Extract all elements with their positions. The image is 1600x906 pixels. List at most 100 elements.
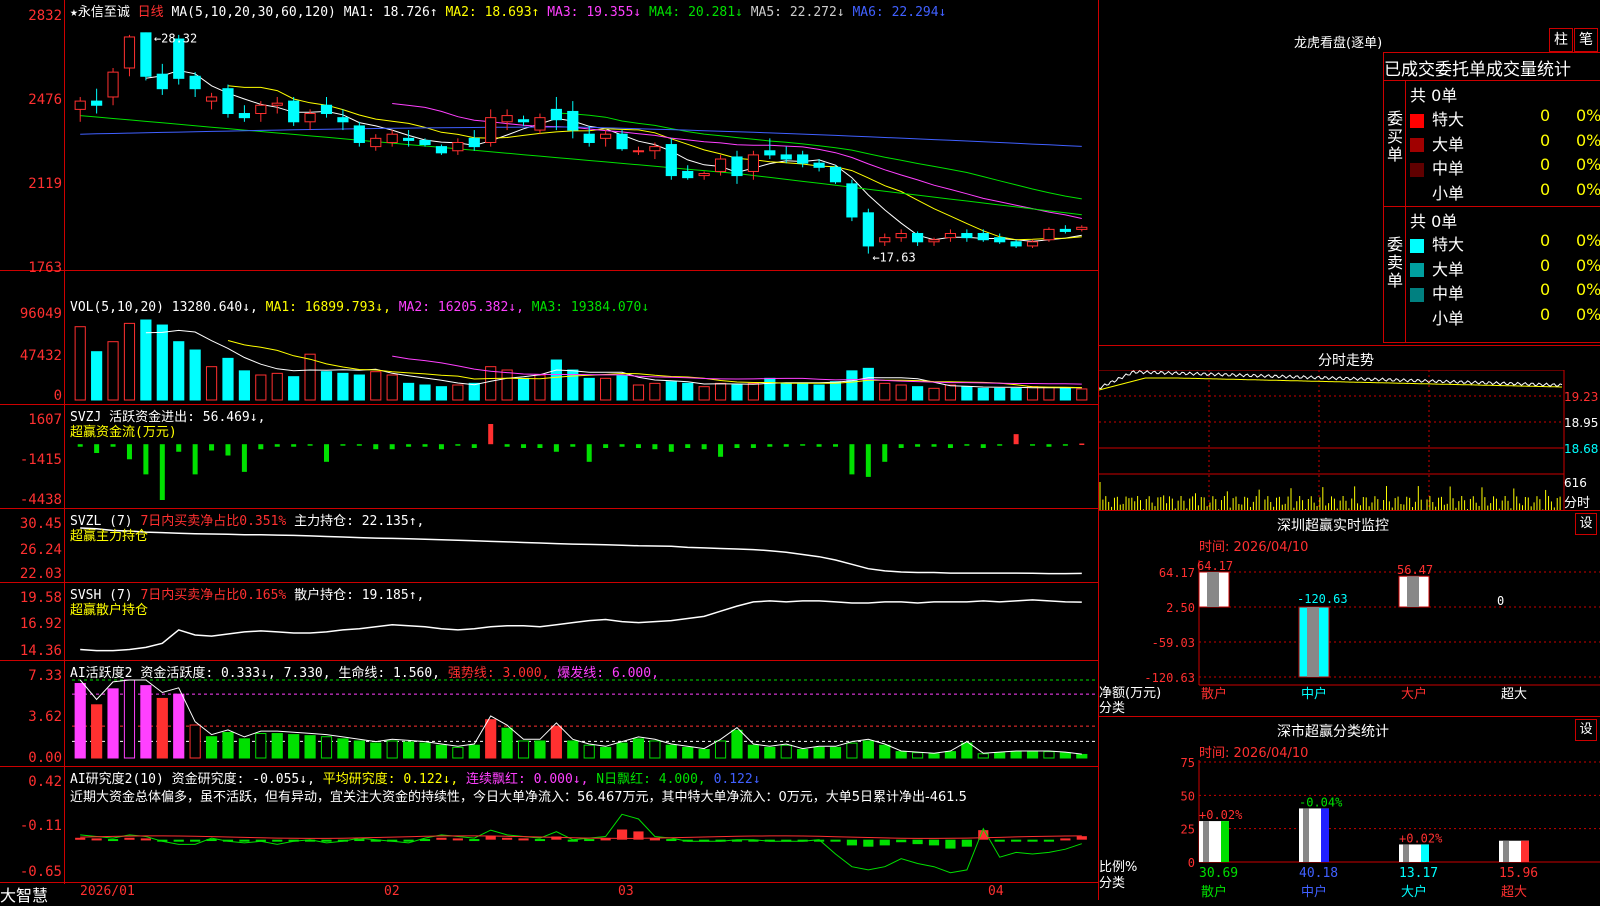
candle-body — [452, 141, 464, 152]
flow-bar — [159, 444, 165, 500]
y-tick: -4438 — [19, 492, 62, 508]
flow-bar — [750, 444, 756, 448]
color-swatch — [1410, 187, 1424, 201]
volume-bar — [879, 382, 891, 401]
y-tick: -59.03 — [1152, 636, 1195, 650]
tick-mode-button[interactable]: 笔 — [1574, 28, 1598, 52]
main-chart[interactable]: ←28.32 ←17.63 — [0, 0, 1098, 900]
divider — [0, 404, 1098, 405]
flow-bar — [816, 444, 822, 447]
candle-body — [1010, 241, 1022, 247]
research-bar — [190, 839, 201, 842]
activity-bar — [255, 733, 267, 759]
order-count: 0 — [1540, 130, 1551, 150]
category-label: 中户 — [1301, 686, 1327, 702]
flow-bar — [635, 444, 641, 448]
flow-bar — [652, 444, 658, 450]
flow-bar — [685, 444, 691, 448]
svsh-sub: 超赢散户持仓 — [70, 603, 149, 618]
candle-body — [288, 100, 300, 123]
ma1-value: MA1: 18.726↑ — [343, 5, 438, 20]
fs-unit: 分时 — [1564, 496, 1591, 511]
cls-fenlei: 分类 — [1099, 876, 1126, 891]
research-bar — [124, 837, 135, 840]
activity-bar — [780, 744, 792, 759]
fs-tick: 18.95 — [1564, 416, 1599, 430]
volume-panel — [74, 319, 1088, 401]
activity-bar — [879, 744, 891, 759]
activity-bar — [435, 744, 448, 759]
x-tick: 03 — [618, 884, 634, 899]
color-swatch — [1410, 287, 1424, 302]
volume-bar — [419, 384, 431, 401]
flow-bar — [471, 444, 477, 448]
intraday-chart[interactable] — [1099, 370, 1569, 512]
color-swatch — [1410, 312, 1424, 326]
candle-body — [534, 117, 546, 131]
divider — [0, 508, 1098, 509]
activity-bar — [534, 740, 546, 759]
divider — [0, 582, 1098, 583]
candle-body — [304, 113, 316, 123]
candle-body — [944, 233, 957, 239]
research-bar — [91, 838, 102, 841]
order-count: 0 — [1540, 231, 1551, 250]
settings-button[interactable]: 设 — [1575, 513, 1597, 535]
candle-body — [747, 154, 759, 172]
candle-body — [632, 150, 645, 153]
order-stat-row: 小单 0 0% — [1410, 180, 1600, 204]
research-bar — [1011, 839, 1022, 842]
activity-bar — [665, 744, 677, 759]
sell-total: 共 0单 — [1410, 212, 1458, 231]
order-stat-row: 中单 0 0% — [1410, 155, 1600, 179]
activity-bar — [173, 693, 185, 759]
y-tick: 75 — [1181, 756, 1195, 770]
flow-bar — [947, 444, 953, 448]
activity-bar — [156, 697, 168, 759]
research-bar — [518, 838, 529, 841]
volume-bar — [649, 382, 661, 401]
settings-button-2[interactable]: 设 — [1575, 719, 1597, 741]
svsh-ratio: 7日内买卖净占比0.165% — [140, 588, 287, 603]
order-size-label: 小单 — [1432, 183, 1465, 203]
volume-bar — [829, 381, 842, 401]
volume-bar — [928, 387, 940, 401]
color-swatch — [1410, 238, 1424, 253]
activity-bar — [386, 740, 398, 759]
flow-bar — [668, 444, 674, 452]
activity-bar — [829, 746, 842, 759]
order-count: 0 — [1540, 280, 1551, 299]
volume-bar — [403, 382, 415, 401]
ma5-line — [145, 69, 1082, 242]
research-bar — [534, 839, 546, 842]
flow-bar — [767, 444, 773, 447]
activity-bar — [944, 751, 957, 759]
ratio-value-label: 13.17 — [1399, 866, 1438, 881]
candle-body — [205, 96, 218, 102]
volume-bar — [550, 359, 562, 401]
order-count: 0 — [1540, 255, 1551, 275]
net-value-label: -120.63 — [1297, 592, 1348, 606]
activity-bar — [370, 742, 382, 759]
bar-mode-button[interactable]: 柱 — [1549, 28, 1573, 52]
stat-title: 已成交委托单成交量统计 — [1384, 60, 1571, 80]
activity-bar — [485, 719, 497, 759]
activity-bar — [1043, 751, 1055, 759]
research-bar — [321, 839, 332, 842]
divider — [0, 660, 1098, 661]
y-tick: 22.03 — [19, 566, 62, 582]
volume-bar — [780, 382, 792, 401]
stock-name[interactable]: ★永信至诚 — [70, 5, 130, 20]
period-label[interactable]: 日线 — [138, 5, 164, 20]
ma2-value: MA2: 18.693↑ — [445, 5, 540, 20]
volume-bar — [977, 387, 989, 401]
fs-tick: 18.68 — [1564, 442, 1599, 456]
avg-research-line — [80, 835, 1082, 839]
high-label: ←28.32 — [154, 31, 197, 45]
flow-bar — [980, 444, 986, 448]
activity-bar — [123, 679, 136, 759]
candle-body — [879, 237, 891, 243]
activity-bar — [238, 738, 250, 759]
order-count: 0 — [1540, 106, 1551, 125]
ratio-bar-shade — [1303, 808, 1309, 862]
